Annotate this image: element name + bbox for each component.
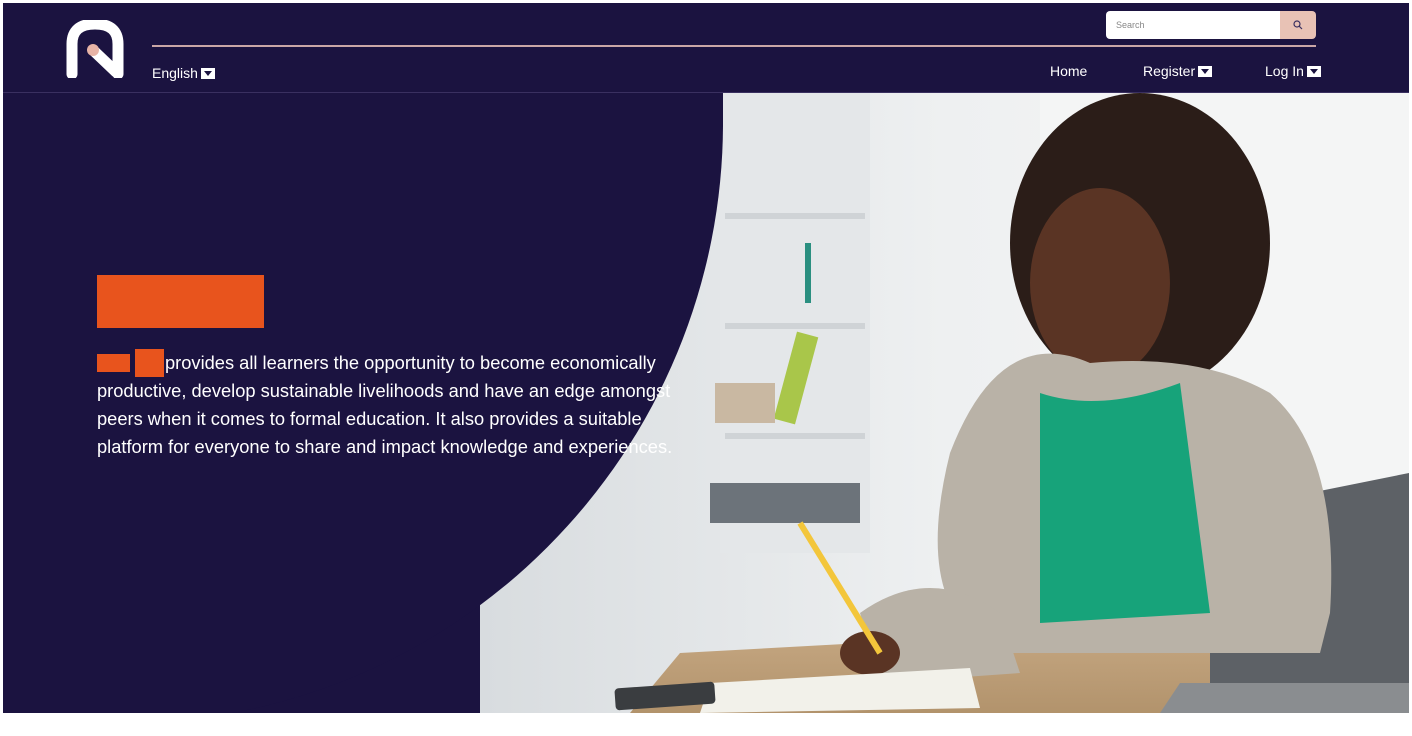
- chevron-down-icon: [200, 67, 215, 79]
- site-logo[interactable]: [66, 18, 124, 80]
- nav-register-label: Register: [1143, 63, 1196, 79]
- search-icon: [1293, 20, 1303, 30]
- brand-mark: [97, 354, 130, 372]
- page: English Home Register Log In provides al: [3, 3, 1409, 713]
- chevron-down-icon: [1198, 65, 1213, 77]
- chevron-down-icon: [1306, 65, 1321, 77]
- hero-description-text: provides all learners the opportunity to…: [97, 352, 673, 457]
- search-button[interactable]: [1280, 11, 1316, 39]
- search-input[interactable]: [1106, 11, 1280, 39]
- nav-login-label: Log In: [1265, 63, 1304, 79]
- language-selector[interactable]: English: [152, 65, 215, 81]
- language-label: English: [152, 65, 198, 81]
- header-divider: [152, 45, 1316, 47]
- search-bar: [1106, 11, 1316, 39]
- nav-home-label: Home: [1050, 63, 1088, 79]
- site-header: English Home Register Log In: [3, 3, 1409, 93]
- brand-mark: [135, 349, 164, 377]
- nav-register[interactable]: Register: [1143, 63, 1213, 79]
- logo-icon: [66, 18, 124, 80]
- hero-heading-placeholder: [97, 275, 264, 328]
- nav-login[interactable]: Log In: [1265, 63, 1321, 79]
- nav-home[interactable]: Home: [1050, 63, 1087, 79]
- hero-description: provides all learners the opportunity to…: [97, 349, 687, 461]
